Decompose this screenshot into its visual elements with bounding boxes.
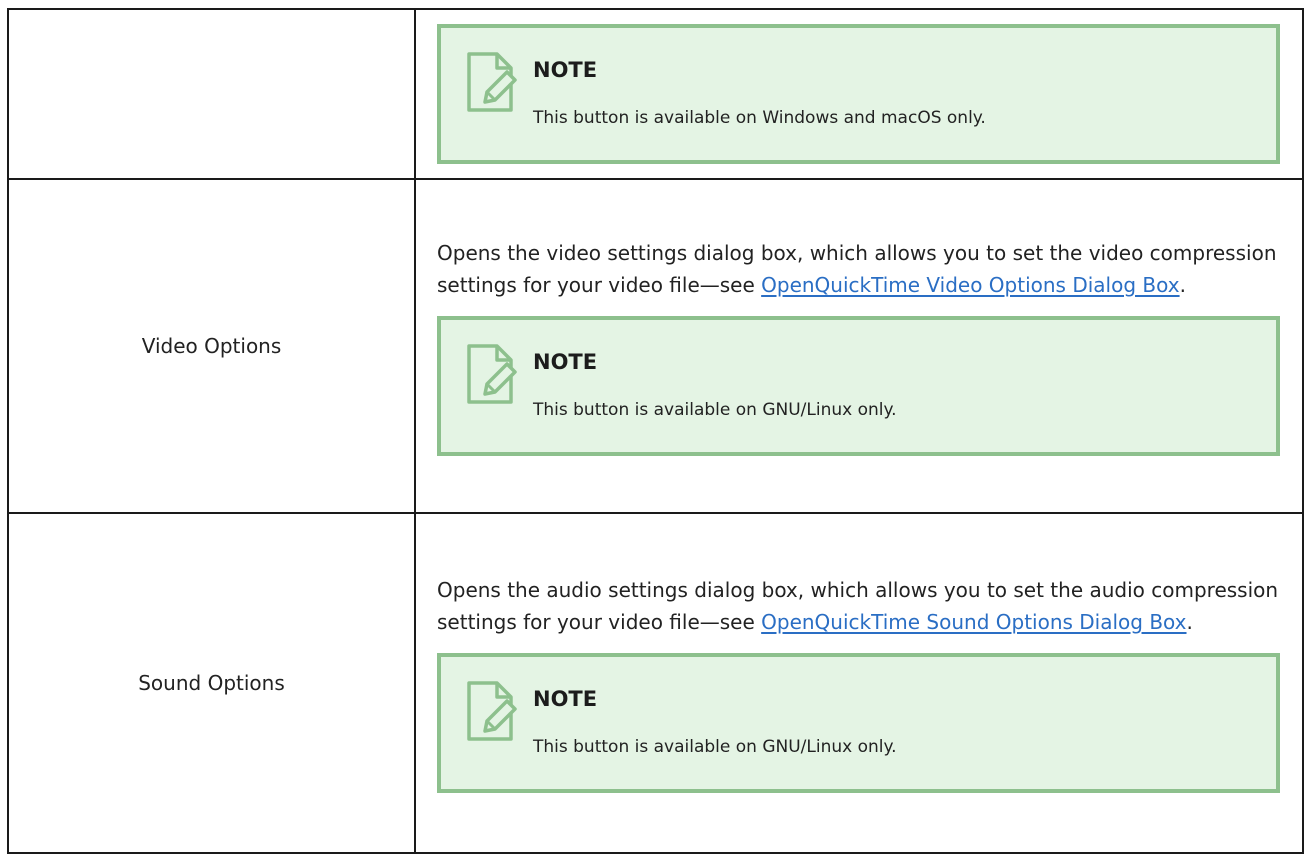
table-row: Video Options Opens the video settings d… (7, 178, 1304, 514)
note-box: NOTE This button is available on GNU/Lin… (437, 315, 1280, 456)
note-pencil-icon (467, 680, 517, 741)
note-pencil-icon (467, 343, 517, 404)
row-description: Opens the video settings dialog box, whi… (414, 178, 1304, 514)
table-row: Sound Options Opens the audio settings d… (7, 512, 1304, 854)
table-row: NOTE This button is available on Windows… (7, 8, 1304, 180)
row-description: NOTE This button is available on Windows… (414, 8, 1304, 180)
note-title: NOTE (533, 349, 598, 374)
note-box: NOTE This button is available on GNU/Lin… (437, 652, 1280, 793)
description-text: Opens the video settings dialog box, whi… (437, 237, 1280, 301)
options-table: NOTE This button is available on Windows… (7, 8, 1304, 854)
note-title: NOTE (533, 686, 598, 711)
note-body: This button is available on GNU/Linux on… (533, 736, 897, 757)
note-pencil-icon (467, 52, 517, 112)
sound-options-dialog-link[interactable]: OpenQuickTime Sound Options Dialog Box (761, 610, 1186, 634)
row-label-sound-options: Sound Options (7, 512, 416, 854)
row-description: Opens the audio settings dialog box, whi… (414, 512, 1304, 854)
description-suffix: . (1179, 272, 1186, 297)
video-options-dialog-link[interactable]: OpenQuickTime Video Options Dialog Box (761, 273, 1179, 297)
row-label (7, 8, 416, 180)
description-text: Opens the audio settings dialog box, whi… (437, 574, 1280, 638)
description-suffix: . (1186, 609, 1193, 634)
row-label-video-options: Video Options (7, 178, 416, 514)
note-body: This button is available on GNU/Linux on… (533, 399, 897, 420)
note-box: NOTE This button is available on Windows… (437, 24, 1280, 164)
note-title: NOTE (533, 58, 598, 82)
note-body: This button is available on Windows and … (533, 108, 986, 128)
